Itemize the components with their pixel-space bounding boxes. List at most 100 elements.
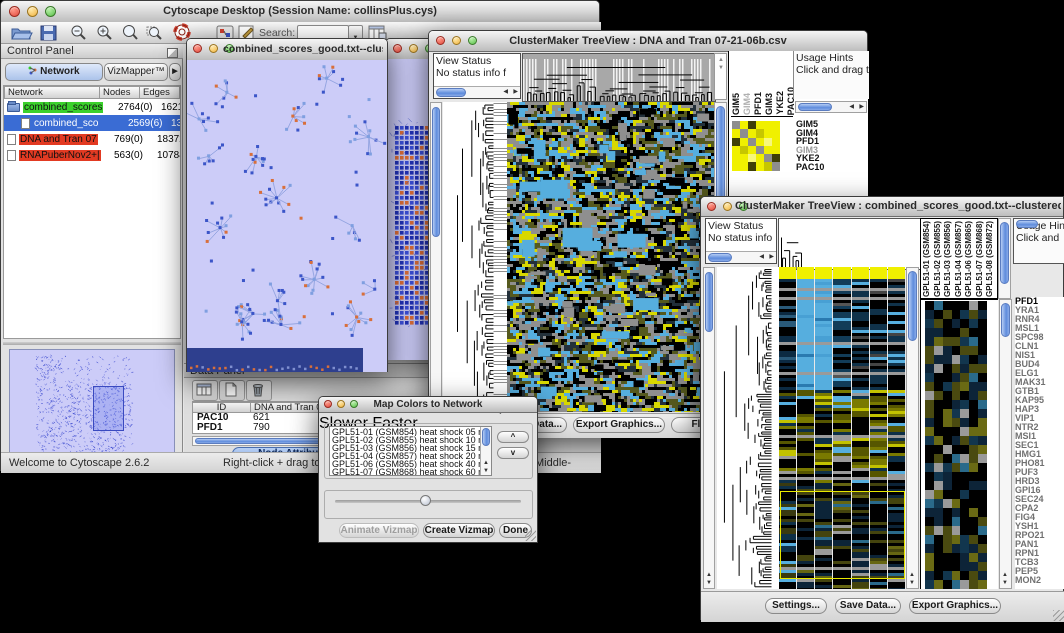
tab-overflow-button[interactable]: ▶	[169, 63, 181, 81]
tv1-export-graphics-button[interactable]: Export Graphics...	[573, 417, 665, 433]
tv2-row-dendrogram[interactable]	[717, 267, 779, 589]
scroll-down-icon[interactable]: ▼	[909, 580, 915, 587]
close-button[interactable]	[324, 400, 332, 408]
float-panel-icon[interactable]	[167, 48, 178, 58]
tv1-row-dendrogram[interactable]	[443, 102, 507, 412]
col-header-nodes[interactable]: Nodes	[100, 86, 140, 99]
close-button[interactable]	[393, 44, 402, 53]
tiny-up-icon[interactable]: ▲	[718, 57, 724, 64]
tv1-status-hscrollbar[interactable]: ◀ ▶	[434, 86, 520, 98]
scroll-left-icon[interactable]: ◀	[503, 89, 508, 96]
tv1-mini-heatmap[interactable]	[732, 121, 780, 171]
dialog-title-bar[interactable]: Map Colors to Network	[319, 397, 537, 413]
tiny-down-icon[interactable]: ▼	[718, 65, 724, 72]
zoom-fit-icon[interactable]	[119, 23, 143, 43]
create-vizmap-button[interactable]: Create Vizmap	[423, 523, 495, 538]
scroll-up-icon[interactable]: ▲	[1002, 572, 1008, 579]
tv2-heatmap[interactable]	[779, 267, 906, 589]
tv1-mini-cell	[748, 146, 756, 154]
minimize-button[interactable]	[723, 202, 732, 211]
attribute-list-item[interactable]: GPL51-07 (GSM868) heat shock 60 min	[332, 468, 491, 476]
tv2-column-label: GPL51-02 (GSM855)	[933, 221, 944, 297]
treeview2-title-bar[interactable]: ClusterMaker TreeView : combined_scores_…	[701, 197, 1063, 217]
scroll-up-icon[interactable]: ▲	[706, 572, 712, 579]
network-nodes: 2764(0)	[118, 102, 158, 113]
tv2-column-dendrogram[interactable]	[778, 218, 921, 270]
animation-speed-slider[interactable]	[420, 495, 431, 506]
network-table-row[interactable]: RNAPuberNov2+|563(0)107847(0)	[4, 147, 180, 163]
tv1-mini-cell	[764, 129, 772, 137]
tv2-column-label: GPL51-07 (GSM868)	[975, 221, 986, 297]
scroll-up-icon[interactable]: ▲	[909, 572, 915, 579]
tv1-column-dendrogram[interactable]	[522, 53, 716, 102]
scroll-right-icon[interactable]: ▶	[769, 254, 774, 261]
scroll-down-icon[interactable]: ▼	[483, 468, 489, 475]
scroll-up-icon[interactable]: ▲	[483, 460, 489, 467]
minimize-button[interactable]	[337, 400, 345, 408]
scroll-down-icon[interactable]: ▼	[706, 580, 712, 587]
tv2-view-status-title: View Status	[708, 220, 763, 232]
network-window-title-bar[interactable]: combined_scores_good.txt--cluste...	[187, 39, 387, 61]
col-header-network[interactable]: Network	[4, 86, 100, 99]
tv2-column-label: GPL51-03 (GSM856)	[943, 221, 954, 297]
tv2-status-hscrollbar[interactable]: ◀ ▶	[706, 251, 776, 263]
scroll-down-icon[interactable]: ▼	[1002, 580, 1008, 587]
move-down-button[interactable]: v	[497, 447, 529, 459]
tv2-save-data-button[interactable]: Save Data...	[835, 598, 901, 614]
tv1-hints-hscrollbar[interactable]: ◀ ▶	[795, 101, 867, 113]
scroll-right-icon[interactable]: ▶	[859, 104, 864, 111]
tv1-heatmap[interactable]	[507, 102, 714, 412]
attribute-list-item[interactable]: GPL51-04 (GSM857) heat shock 20 min	[332, 452, 491, 460]
close-button[interactable]	[436, 36, 445, 45]
tv2-export-graphics-button[interactable]: Export Graphics...	[909, 598, 1001, 614]
close-button[interactable]	[9, 6, 20, 17]
tv2-settings-button[interactable]: Settings...	[765, 598, 827, 614]
network-table-row[interactable]: combined_scores2764(0)16218(0)	[4, 99, 180, 115]
network-table-row[interactable]: combined_sco2569(6)13112(15)	[4, 115, 180, 131]
delete-attribute-icon[interactable]	[246, 380, 272, 401]
attribute-list-vscrollbar[interactable]: ▲ ▼	[480, 427, 491, 475]
animate-vizmap-button[interactable]: Animate Vizmap	[339, 523, 419, 538]
treeview1-title-bar[interactable]: ClusterMaker TreeView : DNA and Tran 07-…	[429, 31, 867, 52]
resize-grip[interactable]	[1053, 610, 1064, 621]
attribute-list-item[interactable]: GPL51-03 (GSM856) heat shock 15 min	[332, 444, 491, 452]
network-edges: 16218(0)	[161, 102, 180, 113]
zoom-out-icon[interactable]	[67, 23, 91, 43]
attribute-list-item[interactable]: GPL51-02 (GSM855) heat shock 10 min	[332, 436, 491, 444]
scroll-left-icon[interactable]: ◀	[759, 254, 764, 261]
col-header-edges[interactable]: Edges	[140, 86, 180, 99]
attribute-listbox[interactable]: GPL51-01 (GSM854) heat shock 05 minGPL51…	[329, 426, 492, 476]
select-attributes-icon[interactable]	[192, 380, 218, 401]
minimize-button[interactable]	[209, 44, 218, 53]
tv1-mini-cell	[748, 162, 756, 170]
network-table-row[interactable]: DNA and Tran 07769(0)183728(0)	[4, 131, 180, 147]
tv2-cluster-vscrollbar[interactable]: ▲ ▼	[999, 299, 1012, 589]
move-up-button[interactable]: ^	[497, 431, 529, 443]
zoom-in-icon[interactable]	[93, 23, 117, 43]
new-attribute-icon[interactable]	[219, 380, 245, 401]
save-session-icon[interactable]	[37, 23, 61, 43]
zoom-selected-icon[interactable]	[143, 23, 167, 43]
tab-vizmapper[interactable]: VizMapper™	[104, 63, 168, 81]
tv2-cluster-heatmap[interactable]	[925, 301, 987, 589]
tv1-mini-cell	[772, 129, 780, 137]
main-title-bar[interactable]: Cytoscape Desktop (Session Name: collins…	[1, 1, 599, 23]
open-session-icon[interactable]	[9, 23, 33, 43]
animate-vizmap-label: Animate Vizmap	[340, 525, 417, 536]
attribute-list-item[interactable]: GPL51-01 (GSM854) heat shock 05 min	[332, 428, 491, 436]
tv2-heatmap-vscrollbar[interactable]: ▲ ▼	[906, 267, 919, 589]
minimize-button[interactable]	[409, 44, 418, 53]
tv2-labels-vscrollbar[interactable]	[998, 218, 1011, 299]
tv1-left-vscrollbar[interactable]: ▲ ▼	[430, 102, 442, 413]
close-button[interactable]	[193, 44, 202, 53]
birdseye-view[interactable]	[9, 349, 175, 456]
scroll-left-icon[interactable]: ◀	[849, 104, 854, 111]
network-view[interactable]	[187, 60, 387, 372]
panel-divider[interactable]	[3, 342, 181, 345]
scroll-right-icon[interactable]: ▶	[513, 89, 518, 96]
resize-grip[interactable]	[525, 530, 536, 541]
tab-network[interactable]: Network	[5, 63, 103, 81]
attribute-list-item[interactable]: GPL51-06 (GSM865) heat shock 40 min	[332, 460, 491, 468]
tv2-left-vscrollbar[interactable]: ▲ ▼	[703, 267, 715, 589]
close-button[interactable]	[707, 202, 716, 211]
